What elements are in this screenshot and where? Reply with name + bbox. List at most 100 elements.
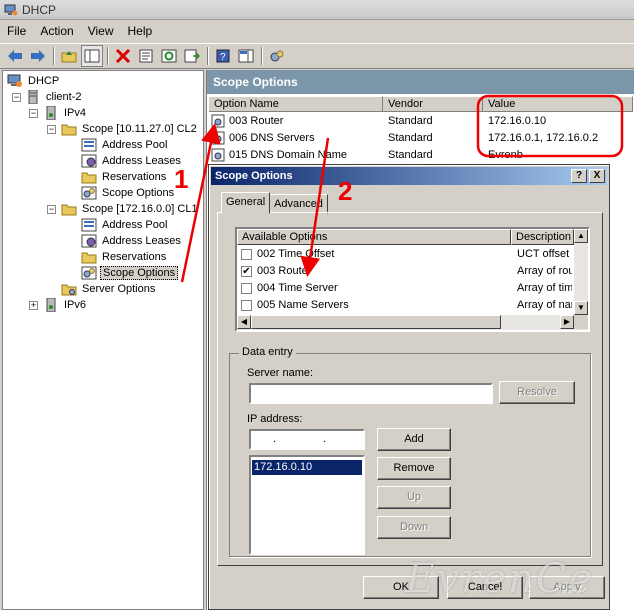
tree-node-address-leases-2[interactable]: Address Leases [81,233,183,249]
row-option-name: 006 DNS Servers [229,132,315,144]
up-button[interactable]: Up [377,486,451,509]
menu-view[interactable]: View [81,24,121,38]
server-name-input[interactable] [249,383,493,404]
tree-label: Server Options [82,283,156,295]
up-level-button[interactable] [58,45,80,67]
option-checkbox[interactable] [241,249,252,260]
scroll-down-button[interactable]: ▼ [574,301,588,315]
row-vendor: Standard [388,149,433,161]
configure-button[interactable] [266,45,288,67]
tree-node-address-pool-1[interactable]: Address Pool [81,137,169,153]
menu-help[interactable]: Help [121,24,160,38]
show-hide-action-pane-button[interactable] [235,45,257,67]
tree-label: Address Pool [102,219,168,231]
menu-action[interactable]: Action [33,24,80,38]
tree-node-scope-options-1[interactable]: Scope Options [81,185,176,201]
collapse-toggle[interactable]: − [47,125,56,134]
tab-advanced[interactable]: Advanced [269,194,328,214]
down-button[interactable]: Down [377,516,451,539]
delete-button[interactable] [112,45,134,67]
option-description: Array of name [517,299,572,311]
resolve-button[interactable]: Resolve [499,381,575,404]
ip-address-list[interactable]: 172.16.0.10 [249,455,365,555]
tab-general[interactable]: General [221,192,271,214]
available-options-list[interactable]: Available Options Description 002 Time O… [235,227,590,332]
list-row[interactable]: 015 DNS Domain Name Standard Evrenb [207,147,634,164]
option-checkbox[interactable] [241,283,252,294]
scroll-left-button[interactable]: ◀ [237,315,251,329]
column-header-vendor[interactable]: Vendor [383,96,483,112]
option-checkbox-checked[interactable]: ✔ [241,266,252,277]
option-description: Array of time [517,282,572,294]
list-item[interactable]: 002 Time Offset UCT offset in [241,246,572,263]
tree-label: Scope Options [102,187,175,199]
tree-node-server[interactable]: client-2 [25,89,83,105]
scroll-thumb[interactable] [251,315,501,329]
address-pool-icon [81,218,97,232]
row-value: 172.16.0.1, 172.16.0.2 [488,132,599,144]
forward-arrow-icon [31,50,45,62]
scroll-up-button[interactable]: ▲ [574,229,588,243]
tree-node-address-leases-1[interactable]: Address Leases [81,153,183,169]
option-checkbox[interactable] [241,300,252,311]
row-option-name: 015 DNS Domain Name [229,149,347,161]
dialog-close-button[interactable]: X [589,169,605,183]
back-arrow-icon [8,50,22,62]
option-icon [211,148,225,162]
refresh-icon [161,49,177,63]
list-row[interactable]: 006 DNS Servers Standard 172.16.0.1, 172… [207,130,634,147]
column-header-value[interactable]: Value [483,96,633,112]
refresh-button[interactable] [158,45,180,67]
list-item[interactable]: 005 Name Servers Array of name [241,297,572,314]
scroll-right-button[interactable]: ▶ [560,315,574,329]
tree-node-scope-10[interactable]: Scope [10.11.27.0] CL2 [61,121,199,137]
tree-node-reservations-2[interactable]: Reservations [81,249,168,265]
option-icon [211,114,225,128]
add-button[interactable]: Add [377,428,451,451]
pane-title: Scope Options [207,70,634,94]
collapse-toggle[interactable]: − [47,205,56,214]
tree-node-dhcp[interactable]: DHCP [7,73,61,89]
horizontal-scrollbar[interactable]: ◀ ▶ [237,315,588,330]
ip-list-item-selected[interactable]: 172.16.0.10 [252,460,362,475]
dhcp-icon [7,74,22,87]
tree-label: Scope [10.11.27.0] CL2 [82,123,197,135]
folder-up-icon [61,51,77,63]
tree-node-reservations-1[interactable]: Reservations [81,169,168,185]
remove-button[interactable]: Remove [377,457,451,480]
option-name: 002 Time Offset [257,248,335,260]
address-leases-icon [81,234,97,248]
menu-file[interactable]: File [0,24,33,38]
tree-label: Address Pool [102,139,168,151]
server-icon [28,90,38,104]
ip-address-input[interactable]: . . . [249,429,365,462]
back-button[interactable] [4,45,26,67]
tree-node-ipv6[interactable]: IPv6 [43,297,88,313]
dialog-help-button[interactable]: ? [571,169,587,183]
watermark: EvrenCe [405,556,594,602]
list-item[interactable]: ✔ 003 Router Array of router [241,263,572,280]
tree-node-server-options[interactable]: Server Options [61,281,157,297]
column-header-available-options[interactable]: Available Options [237,229,511,245]
column-header-description[interactable]: Description [511,229,574,245]
console-tree-icon [84,49,100,63]
tree-node-scope-172[interactable]: Scope [172.16.0.0] CL1 [61,201,200,217]
tree-node-address-pool-2[interactable]: Address Pool [81,217,169,233]
forward-button[interactable] [27,45,49,67]
show-hide-tree-button[interactable] [81,45,103,67]
properties-button[interactable] [135,45,157,67]
collapse-toggle[interactable]: − [12,93,21,102]
option-name: 003 Router [257,265,312,277]
list-row[interactable]: 003 Router Standard 172.16.0.10 [207,113,634,130]
list-item[interactable]: 004 Time Server Array of time [241,280,572,297]
reservations-icon [81,172,97,184]
collapse-toggle[interactable]: − [29,109,38,118]
action-pane-icon [238,49,254,63]
vertical-scrollbar[interactable]: ▲ ▼ [574,229,588,315]
export-list-button[interactable] [181,45,203,67]
column-header-option-name[interactable]: Option Name [209,96,383,112]
help-button[interactable]: ? [212,45,234,67]
tree-node-ipv4[interactable]: IPv4 [43,105,88,121]
tree-node-scope-options-2[interactable]: Scope Options [81,265,179,281]
expand-toggle[interactable]: + [29,301,38,310]
